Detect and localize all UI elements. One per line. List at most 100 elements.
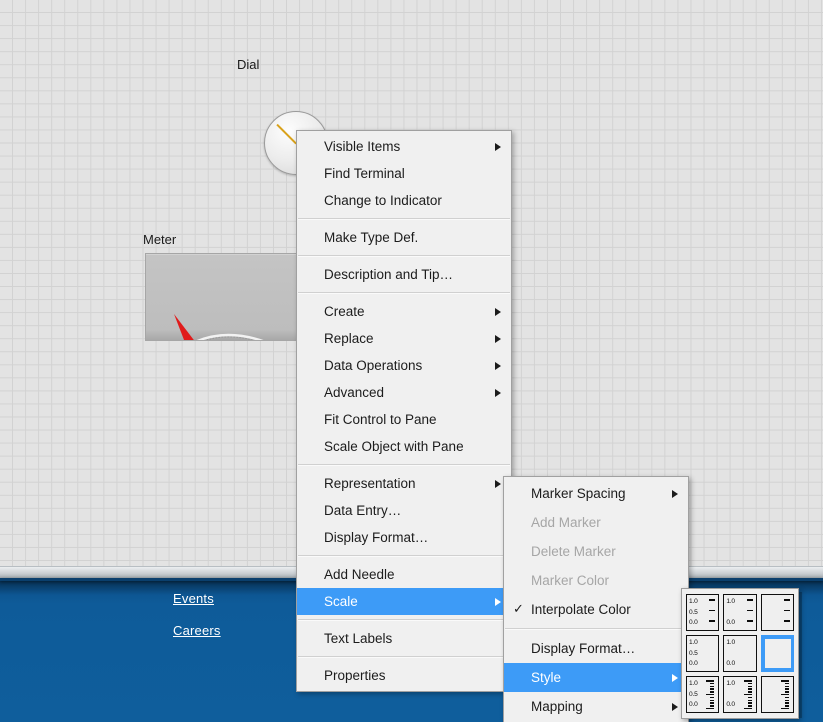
menu-item-scale[interactable]: Scale	[297, 588, 511, 615]
menu-item-fit-control-to-pane[interactable]: Fit Control to Pane	[297, 406, 511, 433]
menu-item-scale-object-with-pane[interactable]: Scale Object with Pane	[297, 433, 511, 460]
palette-tick-label: 0.0	[726, 660, 735, 668]
menu-item-advanced[interactable]: Advanced	[297, 379, 511, 406]
palette-cell-labels: 1.0 0.5 0.0	[689, 597, 698, 629]
menu-item-create[interactable]: Create	[297, 298, 511, 325]
menu-item-label: Change to Indicator	[324, 193, 442, 208]
menu-item-display-format[interactable]: Display Format…	[504, 634, 688, 663]
meter-control[interactable]	[145, 253, 309, 341]
menu-item-label: Create	[324, 304, 365, 319]
meter-control-label: Meter	[143, 232, 177, 247]
palette-tick-label: 0.5	[689, 690, 698, 698]
palette-tick-label: 1.0	[726, 598, 735, 605]
palette-cell-2[interactable]	[760, 594, 794, 631]
menu-item-visible-items[interactable]: Visible Items	[297, 133, 511, 160]
palette-tick-label: 1.0	[726, 680, 735, 687]
menu-item-label: Advanced	[324, 385, 385, 400]
menu-item-representation[interactable]: Representation	[297, 470, 511, 497]
menu-item-label: Marker Spacing	[531, 486, 626, 501]
menu-item-label: Make Type Def.	[324, 230, 419, 245]
menu-item-label: Data Operations	[324, 358, 423, 373]
submenu-arrow-icon	[495, 334, 501, 343]
palette-cell-6[interactable]: 1.0 0.5 0.0	[686, 676, 720, 713]
menu-separator	[298, 218, 510, 220]
menu-item-marker-spacing[interactable]: Marker Spacing	[504, 479, 688, 508]
meter-needle	[174, 314, 194, 340]
palette-cell-0[interactable]: 1.0 0.5 0.0	[686, 594, 720, 631]
scale-submenu[interactable]: Marker Spacing Add Marker Delete Marker Mar…	[503, 476, 689, 722]
menu-item-add-marker: Add Marker	[504, 508, 688, 537]
dial-control-context-menu[interactable]: Visible Items Find Terminal Change to Indi…	[296, 130, 512, 692]
palette-tick-label: 0.5	[689, 608, 698, 616]
palette-tick-label: 0.0	[689, 619, 698, 627]
menu-item-marker-color: Marker Color	[504, 566, 688, 595]
palette-cell-labels: 1.0 0.5 0.0	[689, 638, 698, 670]
menu-item-replace[interactable]: Replace	[297, 325, 511, 352]
menu-item-label: Find Terminal	[324, 166, 405, 181]
dial-control-label: Dial	[237, 57, 260, 72]
palette-cell-7[interactable]: 1.0 0.0	[723, 676, 757, 713]
menu-item-display-format[interactable]: Display Format…	[297, 524, 511, 551]
menu-item-mapping[interactable]: Mapping	[504, 692, 688, 721]
menu-separator	[298, 255, 510, 257]
menu-item-data-entry[interactable]: Data Entry…	[297, 497, 511, 524]
menu-item-label: Replace	[324, 331, 374, 346]
menu-item-make-type-def[interactable]: Make Type Def.	[297, 224, 511, 251]
menu-item-label: Mapping	[531, 699, 583, 714]
menu-item-description-and-tip[interactable]: Description and Tip…	[297, 261, 511, 288]
scale-style-palette[interactable]: 1.0 0.5 0.0 1.0 0.0 1.0 0.5 0.0 1.0 0.0 1.0 0.5 0.0 1…	[681, 588, 799, 719]
menu-item-label: Representation	[324, 476, 416, 491]
menu-separator	[298, 555, 510, 557]
menu-separator	[298, 656, 510, 658]
palette-minor-ticks	[743, 680, 752, 710]
menu-item-label: Visible Items	[324, 139, 401, 154]
palette-tick-label	[726, 608, 735, 619]
palette-shadow	[799, 592, 802, 718]
palette-cell-labels: 1.0 0.5 0.0	[689, 679, 698, 711]
palette-cell-8[interactable]	[760, 676, 794, 713]
menu-item-properties[interactable]: Properties	[297, 662, 511, 689]
palette-cell-3[interactable]: 1.0 0.5 0.0	[686, 635, 720, 672]
menu-separator	[298, 464, 510, 466]
palette-tick-label: 1.0	[689, 598, 698, 605]
menu-item-label: Scale	[324, 594, 358, 609]
menu-item-label: Description and Tip…	[324, 267, 454, 282]
palette-cell-labels: 1.0 0.0	[726, 638, 735, 670]
palette-minor-ticks	[706, 680, 715, 710]
menu-item-text-labels[interactable]: Text Labels	[297, 625, 511, 652]
menu-item-interpolate-color[interactable]: ✓ Interpolate Color	[504, 595, 688, 624]
palette-cell-4[interactable]: 1.0 0.0	[723, 635, 757, 672]
submenu-arrow-icon	[672, 673, 678, 682]
menu-item-label: Add Marker	[531, 515, 601, 530]
palette-major-ticks	[709, 599, 716, 630]
menu-item-label: Properties	[324, 668, 386, 683]
submenu-arrow-icon	[495, 388, 501, 397]
palette-tick-label: 0.0	[726, 701, 735, 709]
dial-needle	[276, 124, 297, 145]
menu-separator	[505, 628, 687, 630]
palette-tick-label: 1.0	[689, 639, 698, 646]
palette-major-ticks	[783, 599, 790, 630]
menu-item-change-to-indicator[interactable]: Change to Indicator	[297, 187, 511, 214]
footer-link-events[interactable]: Events	[173, 591, 214, 606]
menu-item-data-operations[interactable]: Data Operations	[297, 352, 511, 379]
footer-link-careers[interactable]: Careers	[173, 623, 221, 638]
palette-cell-labels: 1.0 0.0	[726, 679, 735, 711]
palette-cell-labels: 1.0 0.0	[726, 597, 735, 629]
submenu-arrow-icon	[495, 361, 501, 370]
palette-cell-5[interactable]	[760, 635, 794, 672]
menu-separator	[298, 619, 510, 621]
menu-item-add-needle[interactable]: Add Needle	[297, 561, 511, 588]
menu-item-label: Display Format…	[324, 530, 429, 545]
menu-item-label: Display Format…	[531, 641, 636, 656]
screen-root: Dial Meter ity, Events Careers Visible I…	[0, 0, 823, 722]
submenu-arrow-icon	[672, 702, 678, 711]
submenu-arrow-icon	[495, 307, 501, 316]
menu-item-label: Fit Control to Pane	[324, 412, 437, 427]
menu-item-label: Interpolate Color	[531, 602, 631, 617]
palette-minor-ticks	[780, 680, 789, 710]
menu-item-style[interactable]: Style	[504, 663, 688, 692]
palette-tick-label: 1.0	[726, 639, 735, 646]
menu-item-find-terminal[interactable]: Find Terminal	[297, 160, 511, 187]
palette-cell-1[interactable]: 1.0 0.0	[723, 594, 757, 631]
